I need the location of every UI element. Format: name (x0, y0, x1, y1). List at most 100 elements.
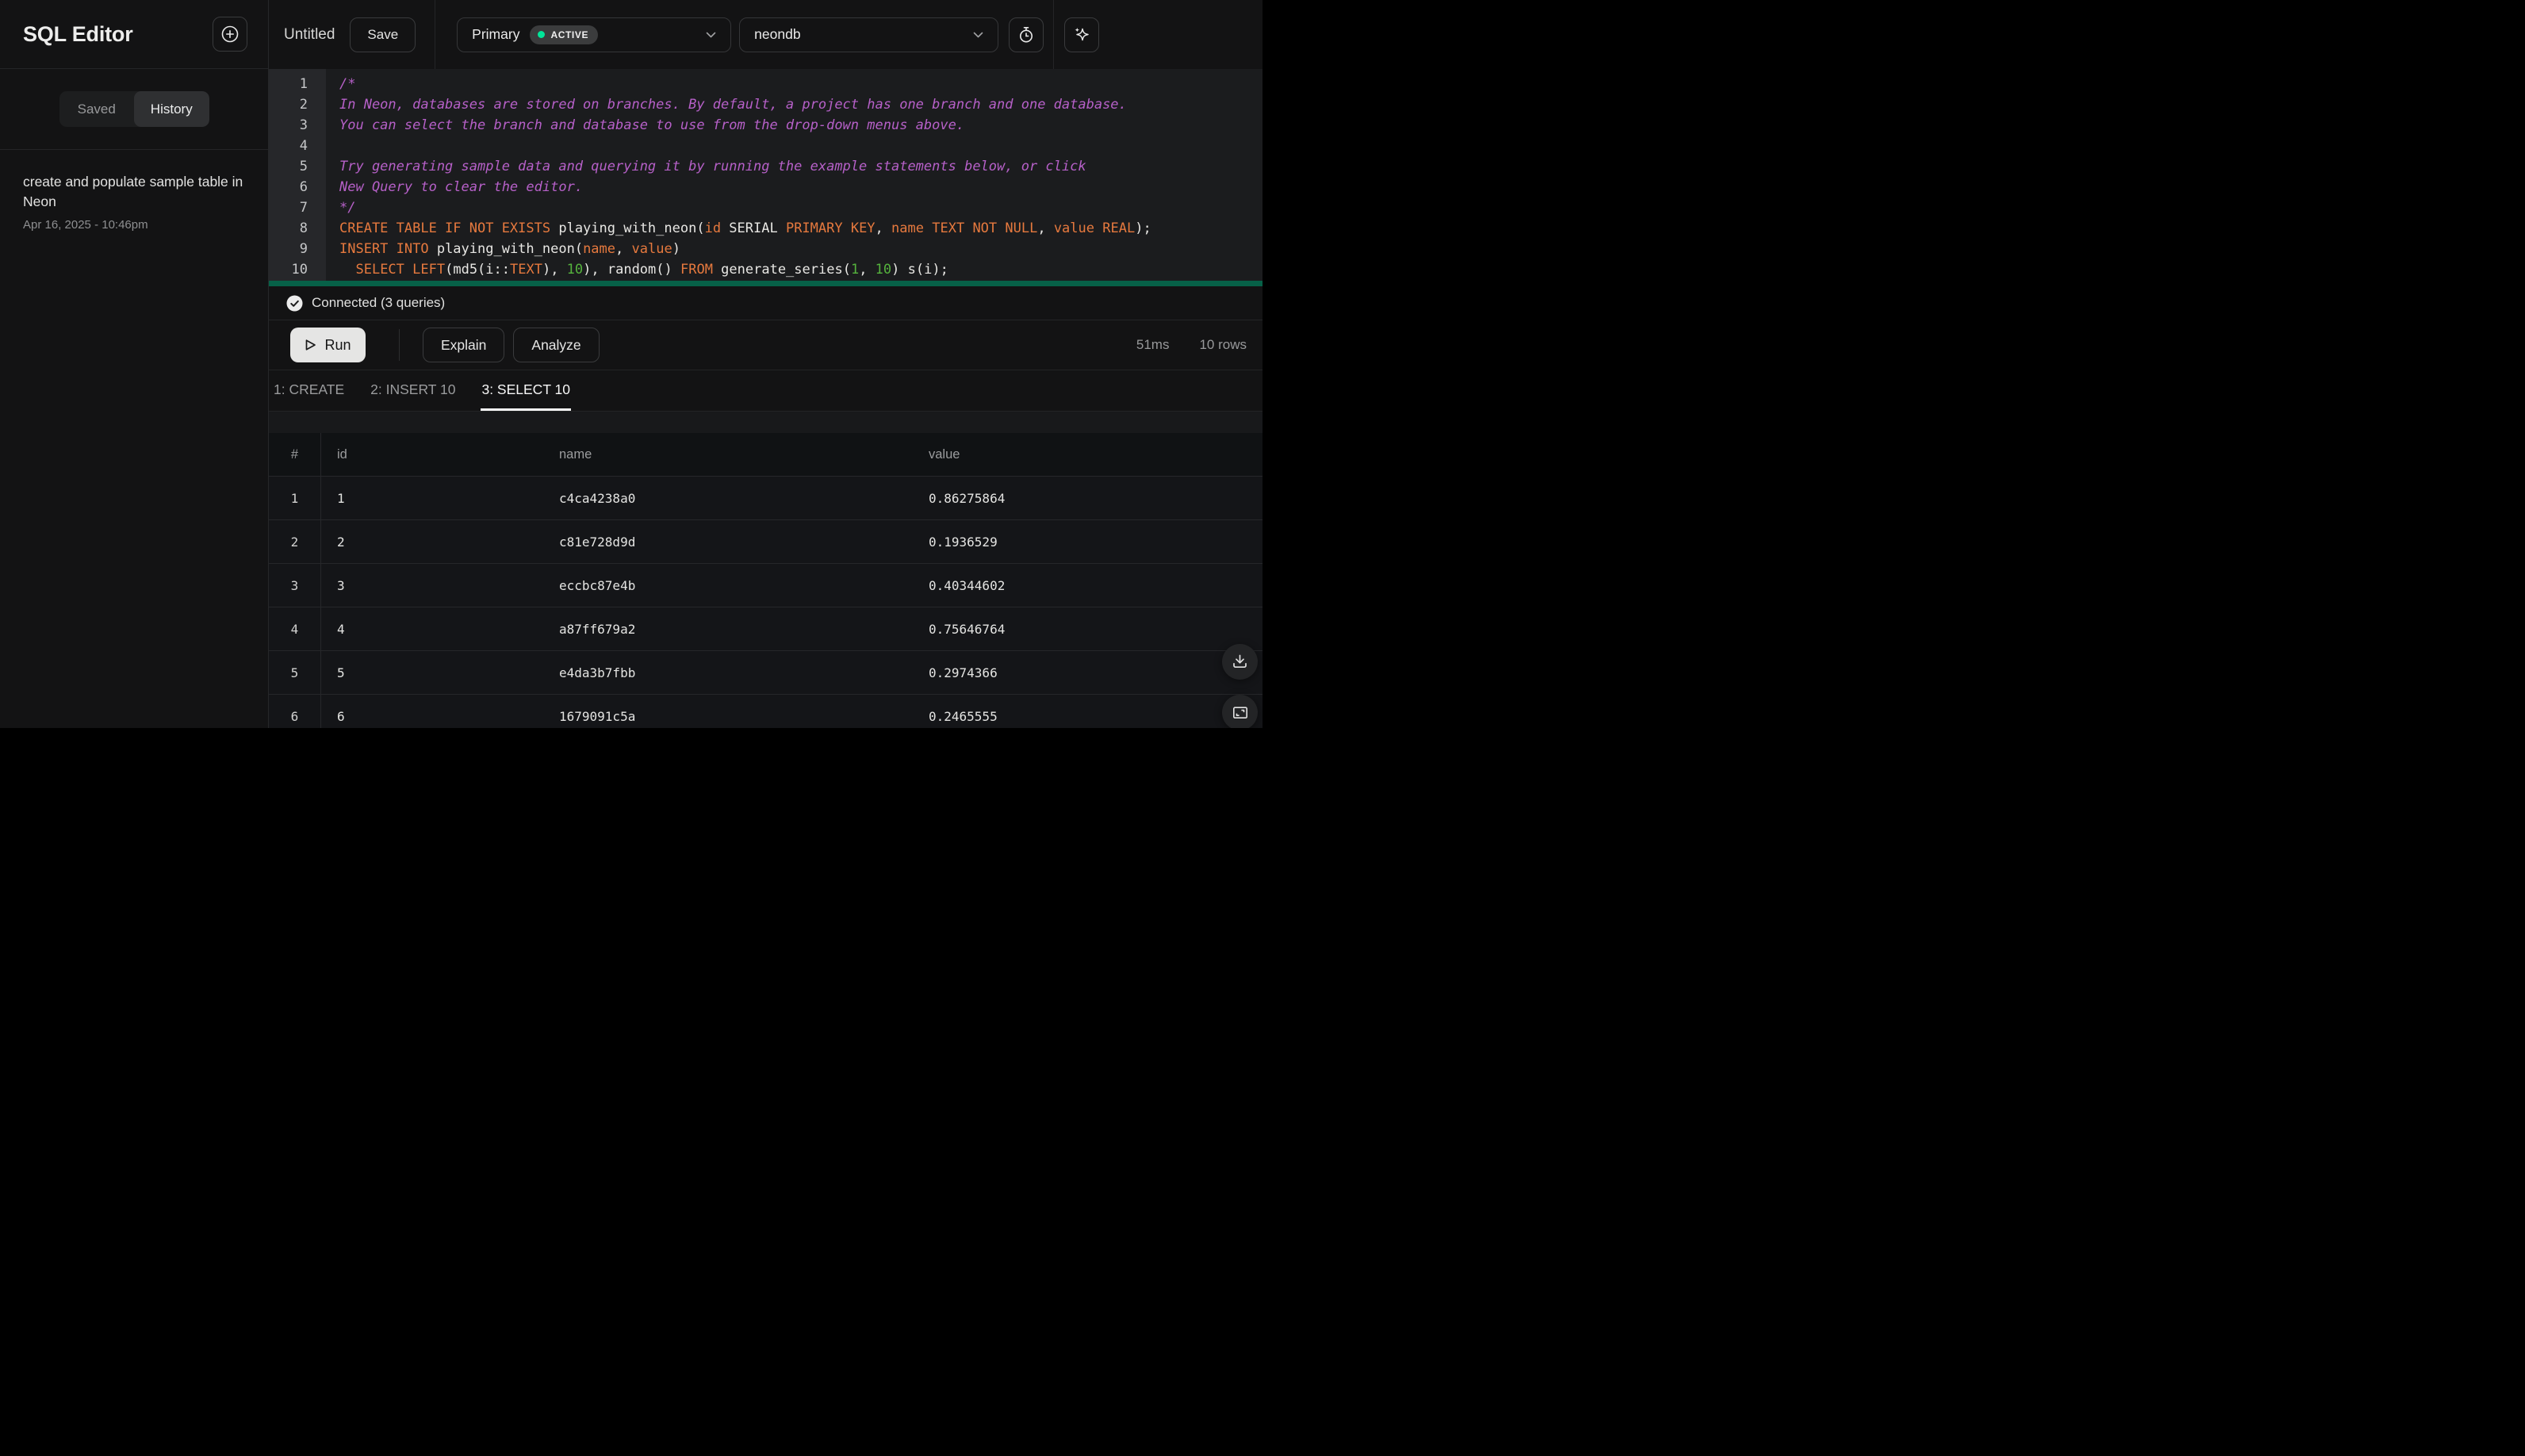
query-meta: 51ms 10 rows (1136, 337, 1247, 353)
active-status-label: ACTIVE (550, 29, 589, 40)
line-number: 1 (299, 76, 308, 92)
table-row: 2 2 c81e728d9d 0.1936529 (269, 520, 1262, 564)
sidebar: SQL Editor Saved History create and popul… (0, 0, 269, 728)
table-cell: 0.40344602 (929, 577, 1006, 593)
column-header-index: # (269, 433, 321, 476)
line-number: 4 (299, 138, 308, 154)
table-cell: 3 (337, 577, 345, 593)
code-line[interactable]: 3 You can select the branch and database … (269, 115, 1262, 136)
save-button[interactable]: Save (350, 17, 416, 52)
ai-assist-button[interactable] (1064, 17, 1100, 52)
results-gap (269, 412, 1262, 433)
branch-status-badge: ACTIVE (530, 25, 599, 44)
connection-status-row: Connected (3 queries) (269, 286, 1262, 320)
result-tabs: 1: CREATE 2: INSERT 10 3: SELECT 10 (269, 370, 1262, 412)
history-item-title: create and populate sample table in Neon (23, 174, 243, 209)
code-line[interactable]: 5 Try generating sample data and querying… (269, 156, 1262, 177)
branch-select[interactable]: Primary ACTIVE (457, 17, 732, 52)
database-select[interactable]: neondb (739, 17, 999, 52)
row-index-cell: 1 (269, 477, 321, 519)
line-number: 8 (299, 220, 308, 236)
row-index-cell: 3 (269, 564, 321, 607)
download-results-button[interactable] (1222, 644, 1258, 680)
table-cell: c81e728d9d (559, 534, 636, 550)
code-line[interactable]: 2 In Neon, databases are stored on branch… (269, 94, 1262, 115)
code-line[interactable]: 8 CREATE TABLE IF NOT EXISTS playing_with… (269, 218, 1262, 239)
table-cell: 0.2465555 (929, 708, 998, 724)
history-item-timestamp: Apr 16, 2025 - 10:46pm (23, 218, 148, 232)
code-line-text: CREATE TABLE IF NOT EXISTS playing_with_… (339, 220, 1151, 236)
line-number: 10 (291, 262, 308, 278)
code-line-text: INSERT INTO playing_with_neon(name, valu… (339, 241, 680, 257)
table-cell: 1 (337, 490, 345, 506)
column-header-name: name (559, 446, 592, 462)
table-body: 1 1 c4ca4238a0 0.86275864 2 2 c81e728d9d 0.1936… (269, 477, 1262, 728)
sparkle-icon (1071, 25, 1092, 45)
table-cell: e4da3b7fbb (559, 665, 636, 680)
code-line-text: */ (339, 200, 356, 216)
table-row: 6 6 1679091c5a 0.2465555 (269, 695, 1262, 728)
code-lines: 1 /* 2 In Neon, databases are stored on bra… (269, 74, 1262, 280)
code-line[interactable]: 6 New Query to clear the editor. (269, 177, 1262, 197)
new-query-button[interactable] (213, 17, 247, 52)
line-number: 9 (299, 241, 308, 257)
code-line-text: Try generating sample data and querying … (339, 159, 1086, 174)
row-index-cell: 5 (269, 651, 321, 694)
download-icon (1231, 653, 1249, 671)
query-row-count: 10 rows (1199, 337, 1247, 352)
topbar-divider (1053, 0, 1055, 69)
row-index-cell: 2 (269, 520, 321, 563)
analyze-button[interactable]: Analyze (513, 328, 600, 362)
code-line[interactable]: 4 (269, 136, 1262, 156)
connection-status-text: Connected (3 queries) (312, 295, 446, 310)
code-editor[interactable]: 1 /* 2 In Neon, databases are stored on bra… (269, 69, 1262, 281)
code-line[interactable]: 10 SELECT LEFT(md5(i::TEXT), 10), random… (269, 259, 1262, 280)
column-header-id: id (337, 446, 347, 462)
explain-button[interactable]: Explain (423, 328, 505, 362)
query-history-button[interactable] (1009, 17, 1044, 52)
result-tab-1[interactable]: 1: CREATE (273, 370, 345, 411)
table-cell: 4 (337, 621, 345, 637)
expand-icon (1231, 703, 1250, 722)
table-cell: 0.86275864 (929, 490, 1006, 506)
stopwatch-icon (1017, 25, 1036, 44)
result-tab-3[interactable]: 3: SELECT 10 (481, 370, 572, 411)
check-circle-icon (286, 295, 303, 312)
row-index-cell: 4 (269, 607, 321, 650)
code-line-text: New Query to clear the editor. (339, 179, 584, 195)
code-line[interactable]: 7 */ (269, 197, 1262, 218)
actions-row: Run Explain Analyze 51ms 10 rows (269, 320, 1262, 370)
chevron-down-icon (706, 32, 716, 38)
history-item[interactable]: create and populate sample table in Neon… (23, 172, 252, 232)
code-line-text: /* (339, 76, 356, 92)
table-row: 3 3 eccbc87e4b 0.40344602 (269, 564, 1262, 607)
column-header-value: value (929, 446, 960, 462)
saved-history-toggle: Saved History (59, 91, 209, 127)
code-line[interactable]: 1 /* (269, 74, 1262, 94)
main-panel: Untitled Save Primary ACTIVE neondb 1 /*… (269, 0, 1262, 728)
table-cell: 2 (337, 534, 345, 550)
line-number: 5 (299, 159, 308, 174)
table-cell: 0.1936529 (929, 534, 998, 550)
result-tab-2[interactable]: 2: INSERT 10 (370, 370, 456, 411)
chevron-down-icon (973, 32, 983, 38)
page-title: SQL Editor (23, 21, 133, 46)
table-row: 4 4 a87ff679a2 0.75646764 (269, 607, 1262, 651)
run-button[interactable]: Run (290, 328, 366, 362)
code-line[interactable]: 9 INSERT INTO playing_with_neon(name, val… (269, 239, 1262, 259)
branch-name: Primary (472, 26, 520, 42)
table-cell: c4ca4238a0 (559, 490, 636, 506)
table-cell: 6 (337, 708, 345, 724)
query-duration: 51ms (1136, 337, 1170, 352)
sidebar-header: SQL Editor (0, 0, 268, 69)
table-header-row: # id name value (269, 433, 1262, 477)
sidebar-tab-saved[interactable]: Saved (59, 91, 135, 127)
sidebar-tab-history[interactable]: History (134, 91, 209, 127)
table-cell: 0.75646764 (929, 621, 1006, 637)
expand-results-button[interactable] (1222, 695, 1258, 728)
sql-editor-app: SQL Editor Saved History create and popul… (0, 0, 1262, 728)
sidebar-tabs-section: Saved History (0, 69, 268, 150)
play-icon (305, 339, 316, 351)
database-name: neondb (754, 26, 801, 42)
